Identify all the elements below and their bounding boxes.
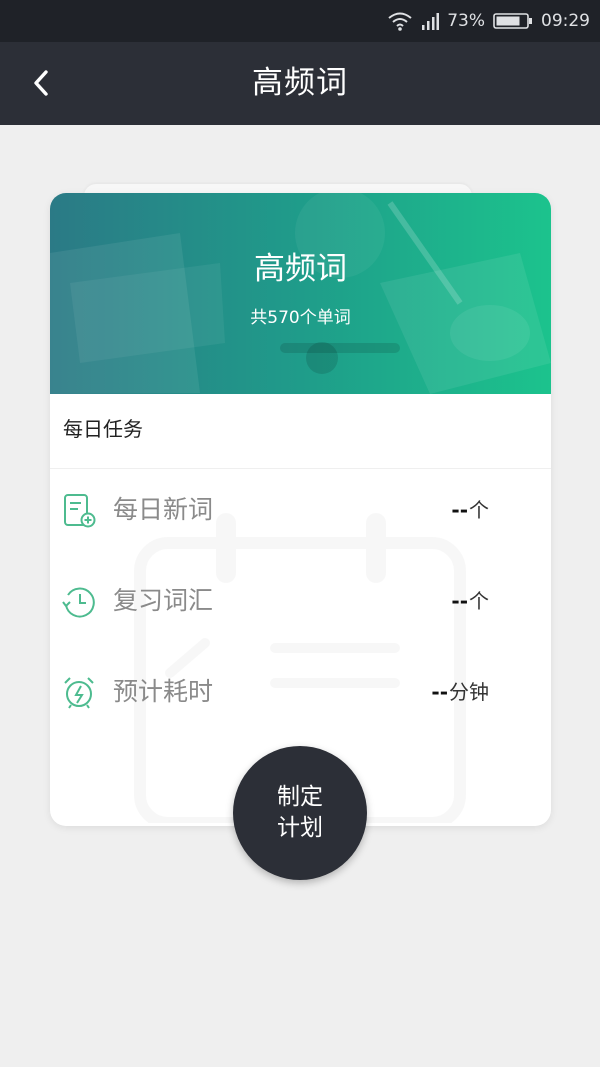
plan-button-line2: 计划	[277, 815, 323, 841]
row-daily-new-words: 每日新词 --个	[50, 475, 551, 545]
make-plan-button[interactable]: 制定 计划	[233, 746, 367, 880]
wordbook-card: 高频词 共570个单词 每日任务 每日新词 --个 复习词汇 --个 预计耗时 …	[50, 193, 551, 826]
row-value: --个	[451, 498, 489, 522]
row-review-words: 复习词汇 --个	[50, 566, 551, 636]
status-icons: 73% 09:29	[387, 0, 590, 42]
battery-percent: 73%	[447, 11, 485, 31]
wordbook-banner: 高频词 共570个单词	[50, 193, 551, 394]
row-label: 复习词汇	[113, 586, 214, 615]
word-count: 共570个单词	[250, 308, 351, 328]
page-title: 高频词	[252, 65, 348, 101]
new-words-icon	[64, 494, 96, 528]
battery-icon	[493, 13, 532, 29]
review-clock-icon	[62, 587, 95, 618]
row-estimated-time: 预计耗时 --分钟	[50, 657, 551, 727]
status-bar: 73% 09:29	[0, 0, 600, 42]
row-label: 每日新词	[113, 495, 214, 524]
app-bar: 高频词	[0, 42, 600, 125]
daily-tasks-heading: 每日任务	[50, 394, 551, 469]
row-value: --分钟	[431, 680, 489, 704]
plan-button-line1: 制定	[277, 784, 323, 810]
clock-time: 09:29	[541, 11, 590, 31]
signal-icon	[422, 13, 440, 30]
row-label: 预计耗时	[113, 677, 214, 706]
row-value: --个	[451, 589, 489, 613]
alarm-clock-icon	[64, 677, 94, 709]
wordbook-title: 高频词	[254, 251, 347, 287]
desk-photo-illustration	[50, 193, 551, 394]
wifi-icon	[388, 12, 412, 31]
